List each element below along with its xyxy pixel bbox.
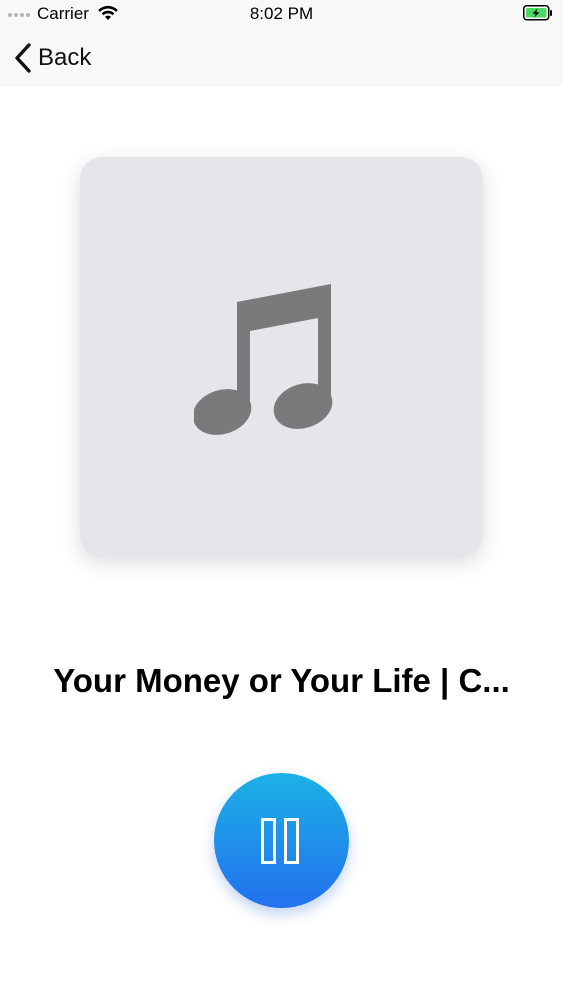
chevron-left-icon: [15, 43, 31, 73]
battery-charging-icon: [523, 5, 552, 21]
status-bar: Carrier 8:02 PM: [0, 0, 563, 30]
now-playing-screen: Carrier 8:02 PM Back Your Money or Your …: [0, 0, 563, 1000]
back-label: Back: [38, 44, 92, 71]
pause-icon: [261, 818, 299, 864]
music-note-icon: [194, 284, 333, 435]
status-time: 8:02 PM: [249, 4, 314, 23]
track-title: Your Money or Your Life | C...: [53, 662, 510, 699]
pause-button[interactable]: [214, 773, 349, 908]
back-button[interactable]: Back: [14, 42, 91, 74]
navigation-bar: Back: [0, 30, 563, 86]
